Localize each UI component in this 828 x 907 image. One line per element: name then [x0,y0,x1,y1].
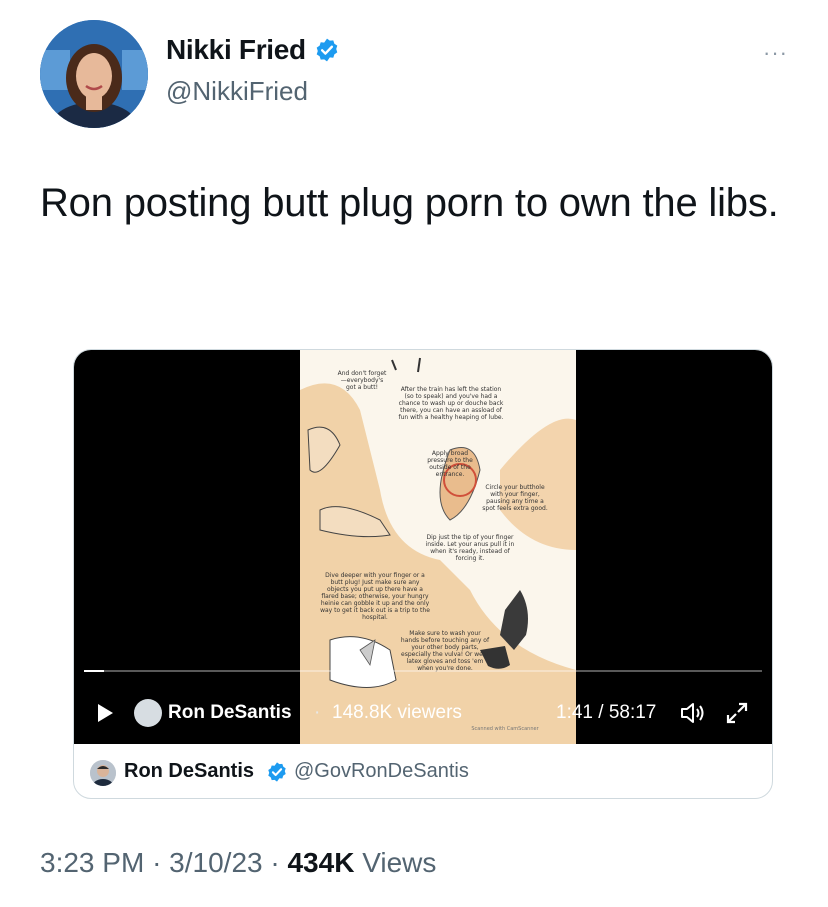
host-name[interactable]: Ron DeSantis [168,702,292,724]
comic-caption: And don't forget—everybody's got a butt! [337,370,387,391]
comic-caption: Dip just the tip of your finger inside. … [425,534,515,562]
video-controls: Ron DeSantis · 148.8K viewers 1:41 / 58:… [74,690,772,736]
quoted-author-name[interactable]: Ron DeSantis [124,760,254,783]
comic-page-image: And don't forget—everybody's got a butt!… [300,350,576,744]
separator-dot: · [152,847,162,878]
tweet-meta: 3:23 PM · 3/10/23 · 434K Views [40,847,436,879]
views-label: Views [362,847,437,878]
quoted-author-row[interactable]: Ron DeSantis @GovRonDeSantis [74,744,772,798]
viewer-count: 148.8K viewers [332,702,462,723]
play-icon[interactable] [94,702,116,724]
comic-caption: Make sure to wash your hands before touc… [400,630,490,672]
verified-badge-icon [268,762,286,782]
quoted-author-avatar[interactable] [90,760,116,786]
video-progress-bar[interactable] [84,670,762,672]
comic-caption: After the train has left the station (so… [398,386,504,421]
comic-caption: Dive deeper with your finger or a butt p… [320,572,430,621]
more-options-icon[interactable]: ··· [763,40,788,66]
tweet-date[interactable]: 3/10/23 [169,847,262,878]
host-avatar[interactable] [134,699,162,727]
tweet-time[interactable]: 3:23 PM [40,847,144,878]
author-handle[interactable]: @NikkiFried [166,76,308,107]
views-count: 434K [287,847,355,878]
tweet-text: Ron posting butt plug porn to own the li… [40,181,779,225]
author-avatar[interactable] [40,20,148,128]
separator-dot: · [270,847,280,878]
separator-dot: · [314,702,321,723]
quoted-author-handle[interactable]: @GovRonDeSantis [294,760,469,783]
video-player[interactable]: And don't forget—everybody's got a butt!… [74,350,772,744]
comic-caption: Circle your butthole with your finger, p… [482,484,548,512]
video-time: 1:41 / 58:17 [556,702,657,723]
volume-icon[interactable] [679,700,707,726]
verified-badge-icon [316,38,338,62]
fullscreen-icon[interactable] [724,700,750,726]
comic-caption: Apply broad pressure to the outside of t… [427,450,473,478]
author-display-name[interactable]: Nikki Fried [166,34,306,66]
quoted-media-card[interactable]: And don't forget—everybody's got a butt!… [73,349,773,799]
video-progress-fill [84,670,105,672]
